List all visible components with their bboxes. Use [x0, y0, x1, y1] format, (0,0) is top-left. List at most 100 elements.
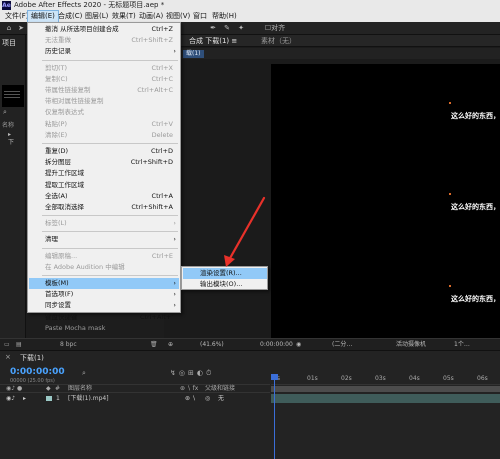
menu-6[interactable]: 视图(V): [163, 11, 193, 22]
project-item-list: ▸ 下: [8, 131, 14, 147]
edit-menu-item[interactable]: 模板(M) ›: [29, 278, 179, 289]
edit-menu-item[interactable]: 同步设置 ›: [29, 300, 179, 311]
viewer-timecode[interactable]: 0:00:00:00: [260, 340, 293, 350]
zoom-dropdown[interactable]: (41.6%): [200, 340, 224, 350]
brush-tool-icon[interactable]: ✎: [222, 24, 232, 33]
selection-tool-icon[interactable]: ➤: [16, 24, 26, 33]
menu-5[interactable]: 动画(A): [136, 11, 166, 22]
parent-link-header[interactable]: 父级和链接: [205, 385, 235, 393]
edit-menu-item[interactable]: 全部取消选择 Ctrl+Shift+A: [29, 202, 179, 213]
magnify-icon[interactable]: ⊕: [168, 340, 173, 350]
home-icon[interactable]: ⌂: [4, 24, 14, 33]
views-dropdown[interactable]: 1个…: [454, 340, 470, 350]
menu-item-shortcut: Ctrl+V: [151, 119, 173, 128]
new-folder-icon[interactable]: ▤: [16, 340, 22, 350]
bit-depth-toggle[interactable]: 8 bpc: [60, 340, 77, 350]
current-time-display[interactable]: 0:00:00:00: [10, 367, 65, 377]
pin-tool-icon[interactable]: ✦: [236, 24, 246, 33]
menu-4[interactable]: 效果(T): [109, 11, 139, 22]
edit-menu-item[interactable]: 撤消 从所选项目创建合成 Ctrl+Z: [29, 24, 179, 35]
edit-menu-item: 带相对属性链接复制: [29, 96, 179, 107]
ruler-tick-label: 06s: [477, 375, 488, 382]
snapshot-icon[interactable]: ◉: [296, 340, 301, 350]
parent-dropdown[interactable]: 无: [218, 394, 224, 403]
menu-item-shortcut: Ctrl+Alt+': [139, 312, 173, 321]
submenu-arrow-icon: ›: [173, 301, 176, 310]
edit-menu-item[interactable]: 提升工作区域: [29, 168, 179, 179]
menu-2[interactable]: 合成(C): [55, 11, 85, 22]
trash-icon[interactable]: 🗑: [150, 340, 158, 350]
footage-tab[interactable]: 素材（无）: [261, 36, 296, 46]
menu-item-label: 编辑原稿...: [45, 251, 78, 260]
edit-menu-item[interactable]: 重复(D) Ctrl+D: [29, 146, 179, 157]
subtitle-caption: 这么好的东西，: [451, 112, 500, 120]
edit-menu-item: Paste Mocha mask: [29, 323, 179, 334]
menu-item-shortcut: Ctrl+D: [150, 147, 173, 155]
edit-menu-item: 清除(E) Delete: [29, 130, 179, 141]
layer-switch-icon[interactable]: ⊛ ∖: [185, 394, 196, 403]
menu-8[interactable]: 帮助(H): [209, 11, 240, 22]
close-tab-icon[interactable]: ×: [5, 353, 11, 361]
parent-pickwhip-icon[interactable]: ◎: [205, 394, 210, 403]
composition-tab[interactable]: 合成 下载(1) ≡: [189, 36, 237, 46]
edit-menu-item[interactable]: 历史记录 ›: [29, 46, 179, 57]
project-footer: ▭ ▤ 8 bpc 🗑: [0, 338, 164, 350]
anchor-marker: [449, 285, 451, 287]
menu-item-shortcut: Delete: [151, 130, 173, 139]
timeline-search-icon[interactable]: ⌕: [82, 369, 86, 378]
composition-breadcrumb[interactable]: 载(1): [183, 50, 204, 58]
window-title: Adobe After Effects 2020 - 无标题项目.aep *: [14, 1, 165, 9]
menu-7[interactable]: 窗口: [190, 11, 210, 22]
menu-item-label: 无法重做: [45, 36, 71, 45]
label-color-swatch[interactable]: [46, 396, 52, 401]
resolution-dropdown[interactable]: (二分…: [332, 340, 352, 350]
edit-menu-item: 带属性链接复制 Ctrl+Alt+C: [29, 85, 179, 96]
output-module-item[interactable]: 输出模块(O)...: [183, 279, 267, 290]
work-area-bar[interactable]: [271, 386, 500, 392]
snap-toggle[interactable]: ☐对齐: [262, 24, 288, 33]
edit-menu-item[interactable]: 清理 ›: [29, 234, 179, 245]
project-tab[interactable]: 项目: [2, 38, 16, 48]
edit-menu-item[interactable]: 全选(A) Ctrl+A: [29, 191, 179, 202]
render-settings-item[interactable]: 渲染设置(R)...: [183, 268, 267, 279]
menu-item-label: 全部取消选择: [45, 203, 84, 211]
time-ruler[interactable]: 0s01s02s03s04s05s06s: [271, 373, 500, 385]
edit-menu-item: 在 Adobe Audition 中编辑: [29, 262, 179, 273]
edit-menu-item[interactable]: 拆分图层 Ctrl+Shift+D: [29, 157, 179, 168]
layer-column-header: ◉♪ ● ◆ # 图层名称 ⊛ ∖ fx 父级和链接: [0, 384, 270, 393]
edit-menu-item[interactable]: 键盘快捷键 Ctrl+Alt+': [29, 312, 179, 323]
project-name-header[interactable]: 名称: [2, 120, 14, 129]
menu-3[interactable]: 图层(L): [82, 11, 111, 22]
submenu-arrow-icon: ›: [173, 279, 176, 287]
project-search-icon[interactable]: ⌕: [3, 108, 7, 117]
timeline-switch-icons[interactable]: ↯◎⊞◐⏱: [170, 369, 214, 378]
interpret-footage-icon[interactable]: ▭: [4, 340, 10, 350]
layer-name[interactable]: [下载(1).mp4]: [68, 394, 109, 403]
camera-dropdown[interactable]: 活动摄像机: [396, 340, 426, 350]
project-item[interactable]: 下: [8, 139, 14, 147]
ruler-tick-label: 01s: [307, 375, 318, 382]
layer-row[interactable]: ◉♪ ▸ 1 [下载(1).mp4] ⊛ ∖ ◎ 无: [0, 394, 270, 403]
pen-tool-icon[interactable]: ✒: [208, 24, 218, 33]
expand-layer-icon[interactable]: ▸: [23, 394, 26, 403]
layer-duration-bar[interactable]: [271, 394, 500, 403]
menu-separator: [42, 143, 178, 144]
menu-1[interactable]: 编辑(E): [27, 10, 59, 23]
edit-menu-item: 仅复制表达式: [29, 107, 179, 118]
visibility-icon[interactable]: ◉♪: [6, 394, 15, 403]
menu-item-label: 剪切(T): [45, 63, 68, 72]
menu-separator: [42, 275, 178, 276]
source-name-header[interactable]: 图层名称: [68, 385, 92, 393]
menu-item-label: 复制(C): [45, 74, 68, 83]
project-item[interactable]: ▸: [8, 131, 14, 139]
edit-menu-item[interactable]: 首选项(F) ›: [29, 289, 179, 300]
menu-item-shortcut: Ctrl+X: [151, 63, 173, 72]
submenu-arrow-icon: ›: [173, 219, 176, 228]
menu-item-label: 提取工作区域: [45, 180, 84, 189]
edit-menu-item[interactable]: 提取工作区域: [29, 180, 179, 191]
timeline-tab[interactable]: 下载(1): [20, 353, 44, 363]
menu-separator: [42, 231, 178, 233]
title-bar: Ae Adobe After Effects 2020 - 无标题项目.aep …: [0, 0, 500, 11]
playhead-line: [274, 374, 275, 459]
edit-menu-item: 编辑原稿... Ctrl+E: [29, 251, 179, 262]
